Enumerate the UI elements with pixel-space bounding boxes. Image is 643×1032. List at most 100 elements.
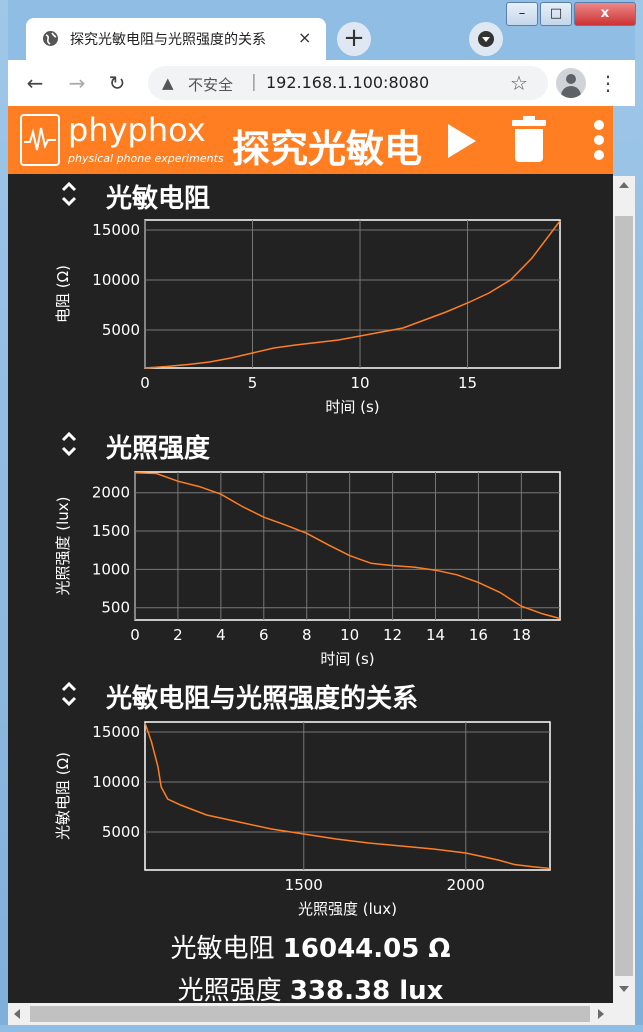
resistance-readout-label: 光敏电阻 <box>170 934 275 964</box>
globe-icon <box>43 31 58 46</box>
browser-tab[interactable]: 探究光敏电阻与光照强度的关系 × <box>26 18 326 60</box>
url-text[interactable]: 192.168.1.100:8080 <box>266 73 429 92</box>
x-tick-label: 10 <box>350 374 369 392</box>
plot-frame <box>144 219 561 369</box>
resistance-illuminance-chart: 1500 2000 5000 10000 15000 光照强度 (lux) 光敏电阻 (Ω) <box>54 721 551 918</box>
waveform-icon <box>24 127 56 151</box>
y-tick-label: 15000 <box>92 221 140 239</box>
page-content: phyphox physical phone experiments 探究光敏电… <box>8 106 613 1003</box>
x-tick-label: 8 <box>302 626 312 644</box>
x-axis-label: 时间 (s) <box>325 398 379 416</box>
x-tick-label: 6 <box>259 626 269 644</box>
x-tick-label: 10 <box>340 626 359 644</box>
experiment-title: 探究光敏电 <box>232 127 423 171</box>
security-label[interactable]: 不安全 <box>188 74 233 95</box>
plot-frame <box>134 471 561 621</box>
avatar-head <box>566 74 576 84</box>
plot-frame <box>144 721 551 871</box>
tab-search-button[interactable] <box>469 22 503 56</box>
logo-name: phyphox <box>68 111 206 149</box>
avatar-body <box>561 86 581 98</box>
y-axis-label: 光照强度 (lux) <box>54 496 72 595</box>
reload-button[interactable]: ↻ <box>102 68 132 98</box>
minimize-button[interactable]: – <box>506 2 538 26</box>
x-tick-label: 2 <box>173 626 183 644</box>
x-tick-label: 2000 <box>447 876 485 894</box>
y-tick-label: 10000 <box>92 271 140 289</box>
y-tick-label: 1500 <box>92 522 130 540</box>
vertical-scroll-thumb[interactable] <box>615 216 633 976</box>
scroll-left-icon[interactable] <box>14 1009 20 1019</box>
tab-search-arrow <box>482 37 490 42</box>
address-bar[interactable]: ▲ 不安全 | 192.168.1.100:8080 ☆ <box>148 66 548 100</box>
profile-avatar[interactable] <box>556 68 586 98</box>
illuminance-readout-label: 光照强度 <box>177 976 282 1003</box>
tab-title: 探究光敏电阻与光照强度的关系 <box>70 32 266 48</box>
trash-icon[interactable] <box>512 116 546 162</box>
x-tick-label: 12 <box>383 626 402 644</box>
menu-dot <box>594 135 604 145</box>
forward-button[interactable]: → <box>62 68 92 98</box>
x-tick-label: 5 <box>248 374 258 392</box>
vertical-scrollbar[interactable] <box>613 176 635 1003</box>
y-tick-label: 2000 <box>92 484 130 502</box>
x-tick-label: 4 <box>216 626 226 644</box>
expand-collapse-icon[interactable] <box>60 680 78 708</box>
x-tick-label: 1500 <box>285 876 323 894</box>
new-tab-button[interactable]: + <box>337 22 371 56</box>
window-bottom-frame <box>0 1025 643 1032</box>
browser-menu-icon[interactable]: ⋮ <box>598 68 618 98</box>
browser-toolbar: ← → ↻ ▲ 不安全 | 192.168.1.100:8080 ☆ ⋮ <box>8 60 635 106</box>
illuminance-readout-value: 338.38 lux <box>289 976 444 1003</box>
bookmark-star-icon[interactable]: ☆ <box>510 71 528 95</box>
trash-bin <box>515 129 543 162</box>
menu-dot <box>594 120 604 130</box>
scroll-right-icon[interactable] <box>598 1009 604 1019</box>
maximize-button[interactable]: □ <box>540 2 572 26</box>
tab-close-icon[interactable]: × <box>298 28 311 47</box>
phyphox-logo: phyphox physical phone experiments <box>20 111 224 168</box>
app-bar: phyphox physical phone experiments 探究光敏电 <box>8 106 613 174</box>
series-line <box>144 722 551 870</box>
expand-collapse-icon[interactable] <box>60 180 78 208</box>
y-axis-label: 电阻 (Ω) <box>54 265 72 323</box>
y-tick-label: 500 <box>101 599 130 617</box>
illuminance-readout: 光照强度 338.38 lux <box>8 970 613 1003</box>
y-tick-label: 5000 <box>102 823 140 841</box>
horizontal-scroll-thumb[interactable] <box>30 1006 590 1022</box>
back-button[interactable]: ← <box>20 68 50 98</box>
series-line <box>144 220 561 369</box>
series-line <box>134 472 561 620</box>
menu-dot <box>594 150 604 160</box>
y-axis-label: 光敏电阻 (Ω) <box>54 752 72 840</box>
x-tick-label: 0 <box>130 626 140 644</box>
x-tick-label: 18 <box>512 626 531 644</box>
resistance-time-chart: 0 5 10 15 5000 10000 15000 时间 (s) 电阻 (Ω) <box>54 219 561 416</box>
scroll-up-icon[interactable] <box>619 182 629 188</box>
trash-lid <box>512 120 546 126</box>
section-title-resistance: 光敏电阻 <box>106 184 211 214</box>
illuminance-time-chart: 0 2 4 6 8 10 12 14 16 18 500 1000 1500 2000 时间 (s) 光照强度… <box>54 471 561 668</box>
phone-icon <box>20 114 60 166</box>
x-tick-label: 0 <box>140 374 150 392</box>
horizontal-scrollbar[interactable] <box>8 1003 635 1025</box>
x-axis-label: 时间 (s) <box>320 650 374 668</box>
app-menu-icon[interactable] <box>594 120 604 160</box>
resistance-readout-value: 16044.05 Ω <box>282 934 451 964</box>
window-close-button[interactable]: x <box>574 2 636 26</box>
expand-collapse-icon[interactable] <box>60 430 78 458</box>
y-tick-label: 1000 <box>92 560 130 578</box>
resistance-readout: 光敏电阻 16044.05 Ω <box>8 928 613 965</box>
x-tick-label: 16 <box>469 626 488 644</box>
address-separator: | <box>251 72 257 92</box>
x-tick-label: 15 <box>458 374 477 392</box>
scroll-down-icon[interactable] <box>619 986 629 992</box>
x-axis-label: 光照强度 (lux) <box>298 900 397 918</box>
section-title-illuminance: 光照强度 <box>106 434 211 464</box>
logo-subtitle: physical phone experiments <box>68 152 224 165</box>
y-tick-label: 5000 <box>102 321 140 339</box>
warning-icon[interactable]: ▲ <box>162 74 174 92</box>
play-icon[interactable] <box>448 124 476 158</box>
y-tick-label: 10000 <box>92 773 140 791</box>
x-tick-label: 14 <box>426 626 445 644</box>
